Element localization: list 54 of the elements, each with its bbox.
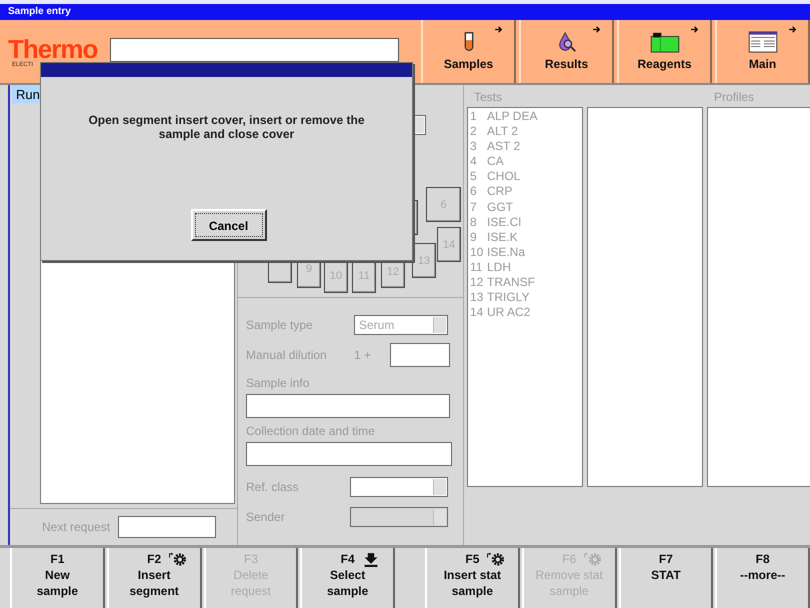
test-item[interactable]: 6 CRP bbox=[468, 184, 582, 200]
test-item[interactable]: 9 ISE.K bbox=[468, 230, 582, 245]
input-field[interactable] bbox=[246, 442, 452, 466]
test-item[interactable]: 10 ISE.Na bbox=[468, 244, 582, 260]
nav-button[interactable]: Results bbox=[519, 20, 614, 83]
field-label: Sample type bbox=[246, 318, 314, 332]
test-item[interactable]: 5 CHOL bbox=[468, 169, 582, 184]
dilution-prefix: 1 + bbox=[354, 348, 372, 362]
logo: Thermo bbox=[8, 36, 98, 62]
arrow-icon bbox=[691, 26, 700, 33]
function-key-button[interactable]: F5 Insert stat sample bbox=[425, 548, 520, 608]
input-field[interactable] bbox=[246, 394, 450, 418]
test-item[interactable]: 1 ALP DEA bbox=[468, 109, 582, 124]
function-key-button[interactable]: F7 STAT bbox=[618, 548, 714, 608]
gear-icon bbox=[582, 552, 602, 567]
gear-icon bbox=[486, 552, 506, 567]
field-label: Next request bbox=[42, 520, 110, 534]
input-field[interactable] bbox=[118, 516, 216, 538]
function-key-button[interactable]: F2 Insert segment bbox=[106, 548, 202, 608]
column-header: Profiles bbox=[714, 90, 754, 104]
test-item[interactable]: 8 ISE.Cl bbox=[468, 214, 582, 230]
nav-button[interactable]: Samples bbox=[421, 20, 516, 83]
field-label: Manual dilution bbox=[246, 348, 328, 362]
arrow-icon bbox=[789, 26, 798, 33]
nav-button[interactable]: Reagents bbox=[617, 20, 712, 83]
field-label: Sample info bbox=[246, 376, 310, 390]
function-key-button[interactable]: F4 Select sample bbox=[300, 548, 395, 608]
dropdown[interactable] bbox=[350, 477, 448, 497]
nav-button[interactable]: Main bbox=[715, 20, 810, 83]
input-field[interactable] bbox=[390, 343, 450, 367]
test-item[interactable]: 2 ALT 2 bbox=[468, 124, 582, 140]
test-item[interactable]: 13 TRIGLY bbox=[468, 290, 582, 306]
field-label: Ref. class bbox=[246, 480, 300, 494]
tests-list[interactable]: 1 ALP DEA 2 ALT 2 3 AST 2 4 CA 5 CHOL 6 CRP 7 GGT 8 ISE.Cl 9 ISE.K 10 ISE.Na 11 LDH 12 TRANSF 13 TRIGLY 14 UR AC2 bbox=[467, 107, 583, 487]
arrow-icon bbox=[495, 26, 504, 33]
test-item[interactable]: 12 TRANSF bbox=[468, 275, 582, 290]
test-item[interactable]: 7 GGT bbox=[468, 200, 582, 215]
test-item[interactable]: 4 CA bbox=[468, 154, 582, 170]
cancel-button[interactable]: Cancel bbox=[190, 209, 266, 241]
test-item[interactable]: 14 UR AC2 bbox=[468, 305, 582, 320]
test-item[interactable]: 3 AST 2 bbox=[468, 139, 582, 154]
arrow-icon bbox=[593, 26, 602, 33]
function-key-button[interactable]: F8 --more-- bbox=[715, 548, 810, 608]
column-header: Tests bbox=[474, 90, 502, 104]
function-key-button[interactable]: F1 New sample bbox=[10, 548, 105, 608]
test-item[interactable]: 11 LDH bbox=[468, 260, 582, 276]
input-field[interactable] bbox=[110, 38, 399, 62]
field-label: Sender bbox=[246, 510, 286, 524]
dropdown[interactable]: Serum bbox=[354, 315, 448, 335]
window-title: Sample entry bbox=[0, 0, 810, 20]
dialog-message: Open segment insert cover, insert or remove the sample and close cover bbox=[87, 113, 366, 141]
field-label: Collection date and time bbox=[246, 424, 376, 438]
gear-icon bbox=[168, 552, 188, 567]
list-box[interactable] bbox=[587, 107, 703, 487]
